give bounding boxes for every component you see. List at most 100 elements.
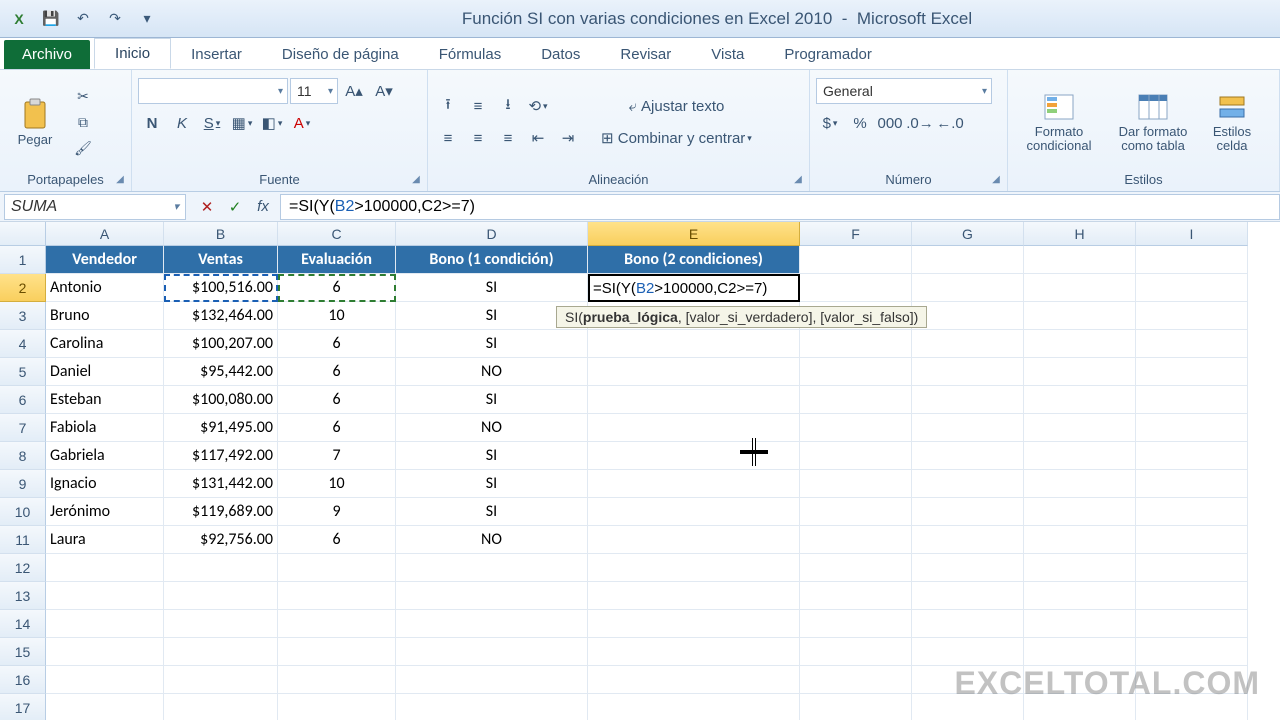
col-header-D[interactable]: D	[396, 222, 588, 246]
cell-F14[interactable]	[800, 610, 912, 638]
indent-increase-icon[interactable]: ⇥	[554, 125, 582, 151]
thousands-icon[interactable]: 000	[876, 110, 904, 136]
cell-D8[interactable]: SI	[396, 442, 588, 470]
shrink-font-icon[interactable]: A▾	[370, 78, 398, 104]
cell-C1[interactable]: Evaluación	[278, 246, 396, 274]
cell-D13[interactable]	[396, 582, 588, 610]
cell-H5[interactable]	[1024, 358, 1136, 386]
cell-B10[interactable]: $119,689.00	[164, 498, 278, 526]
cell-D9[interactable]: SI	[396, 470, 588, 498]
currency-icon[interactable]: $	[816, 110, 844, 136]
conditional-format-button[interactable]: Formato condicional	[1014, 83, 1104, 161]
enter-formula-icon[interactable]: ✓	[222, 196, 248, 218]
format-painter-icon[interactable]: 🖌	[70, 137, 96, 159]
cut-icon[interactable]: ✂	[70, 85, 96, 107]
tab-formulas[interactable]: Fórmulas	[419, 40, 522, 69]
cell-H4[interactable]	[1024, 330, 1136, 358]
cell-C2[interactable]: 6	[278, 274, 396, 302]
cell-C16[interactable]	[278, 666, 396, 694]
cell-I15[interactable]	[1136, 638, 1248, 666]
cell-A16[interactable]	[46, 666, 164, 694]
cell-G10[interactable]	[912, 498, 1024, 526]
col-header-E[interactable]: E	[588, 222, 800, 246]
cell-H12[interactable]	[1024, 554, 1136, 582]
cell-B17[interactable]	[164, 694, 278, 720]
cell-D15[interactable]	[396, 638, 588, 666]
cell-I1[interactable]	[1136, 246, 1248, 274]
cell-C6[interactable]: 6	[278, 386, 396, 414]
cell-B1[interactable]: Ventas	[164, 246, 278, 274]
cell-G4[interactable]	[912, 330, 1024, 358]
cell-A3[interactable]: Bruno	[46, 302, 164, 330]
format-as-table-button[interactable]: Dar formato como tabla	[1108, 83, 1198, 161]
cell-E17[interactable]	[588, 694, 800, 720]
cell-I4[interactable]	[1136, 330, 1248, 358]
align-center-icon[interactable]: ≡	[464, 125, 492, 151]
cell-D16[interactable]	[396, 666, 588, 694]
cell-A6[interactable]: Esteban	[46, 386, 164, 414]
cell-H8[interactable]	[1024, 442, 1136, 470]
cell-D10[interactable]: SI	[396, 498, 588, 526]
cell-I3[interactable]	[1136, 302, 1248, 330]
cell-I2[interactable]	[1136, 274, 1248, 302]
merge-center-button[interactable]: ⊞ Combinar y centrar	[592, 125, 761, 151]
tab-datos[interactable]: Datos	[521, 40, 600, 69]
cell-H13[interactable]	[1024, 582, 1136, 610]
cell-A5[interactable]: Daniel	[46, 358, 164, 386]
tab-file[interactable]: Archivo	[4, 40, 90, 69]
save-icon[interactable]: 💾	[38, 6, 64, 32]
cell-C5[interactable]: 6	[278, 358, 396, 386]
cell-E12[interactable]	[588, 554, 800, 582]
cell-B9[interactable]: $131,442.00	[164, 470, 278, 498]
cell-D1[interactable]: Bono (1 condición)	[396, 246, 588, 274]
cell-D12[interactable]	[396, 554, 588, 582]
excel-icon[interactable]: X	[6, 6, 32, 32]
cell-F2[interactable]	[800, 274, 912, 302]
row-header-11[interactable]: 11	[0, 526, 46, 554]
font-name-combo[interactable]	[138, 78, 288, 104]
cell-E11[interactable]	[588, 526, 800, 554]
col-header-I[interactable]: I	[1136, 222, 1248, 246]
cell-C13[interactable]	[278, 582, 396, 610]
row-header-13[interactable]: 13	[0, 582, 46, 610]
cell-C4[interactable]: 6	[278, 330, 396, 358]
row-header-10[interactable]: 10	[0, 498, 46, 526]
cell-F6[interactable]	[800, 386, 912, 414]
cell-A4[interactable]: Carolina	[46, 330, 164, 358]
italic-button[interactable]: K	[168, 110, 196, 136]
tab-vista[interactable]: Vista	[691, 40, 764, 69]
cell-I11[interactable]	[1136, 526, 1248, 554]
row-header-5[interactable]: 5	[0, 358, 46, 386]
cell-F15[interactable]	[800, 638, 912, 666]
fill-color-icon[interactable]: ◧	[258, 110, 286, 136]
cell-C17[interactable]	[278, 694, 396, 720]
cell-F9[interactable]	[800, 470, 912, 498]
cell-A11[interactable]: Laura	[46, 526, 164, 554]
copy-icon[interactable]: ⧉	[70, 111, 96, 133]
cell-G2[interactable]	[912, 274, 1024, 302]
tab-revisar[interactable]: Revisar	[600, 40, 691, 69]
cancel-formula-icon[interactable]: ✕	[194, 196, 220, 218]
cell-E4[interactable]	[588, 330, 800, 358]
align-middle-icon[interactable]: ≡	[464, 93, 492, 119]
col-header-A[interactable]: A	[46, 222, 164, 246]
cell-C7[interactable]: 6	[278, 414, 396, 442]
col-header-B[interactable]: B	[164, 222, 278, 246]
cell-A1[interactable]: Vendedor	[46, 246, 164, 274]
cell-A17[interactable]	[46, 694, 164, 720]
cell-B16[interactable]	[164, 666, 278, 694]
cell-F10[interactable]	[800, 498, 912, 526]
cell-F4[interactable]	[800, 330, 912, 358]
cell-styles-button[interactable]: Estilos celda	[1202, 83, 1262, 161]
cell-C10[interactable]: 9	[278, 498, 396, 526]
cell-D2[interactable]: SI	[396, 274, 588, 302]
cell-I8[interactable]	[1136, 442, 1248, 470]
align-right-icon[interactable]: ≡	[494, 125, 522, 151]
cell-C3[interactable]: 10	[278, 302, 396, 330]
cell-C11[interactable]: 6	[278, 526, 396, 554]
row-header-6[interactable]: 6	[0, 386, 46, 414]
cell-I10[interactable]	[1136, 498, 1248, 526]
cell-B8[interactable]: $117,492.00	[164, 442, 278, 470]
cell-H7[interactable]	[1024, 414, 1136, 442]
row-header-1[interactable]: 1	[0, 246, 46, 274]
